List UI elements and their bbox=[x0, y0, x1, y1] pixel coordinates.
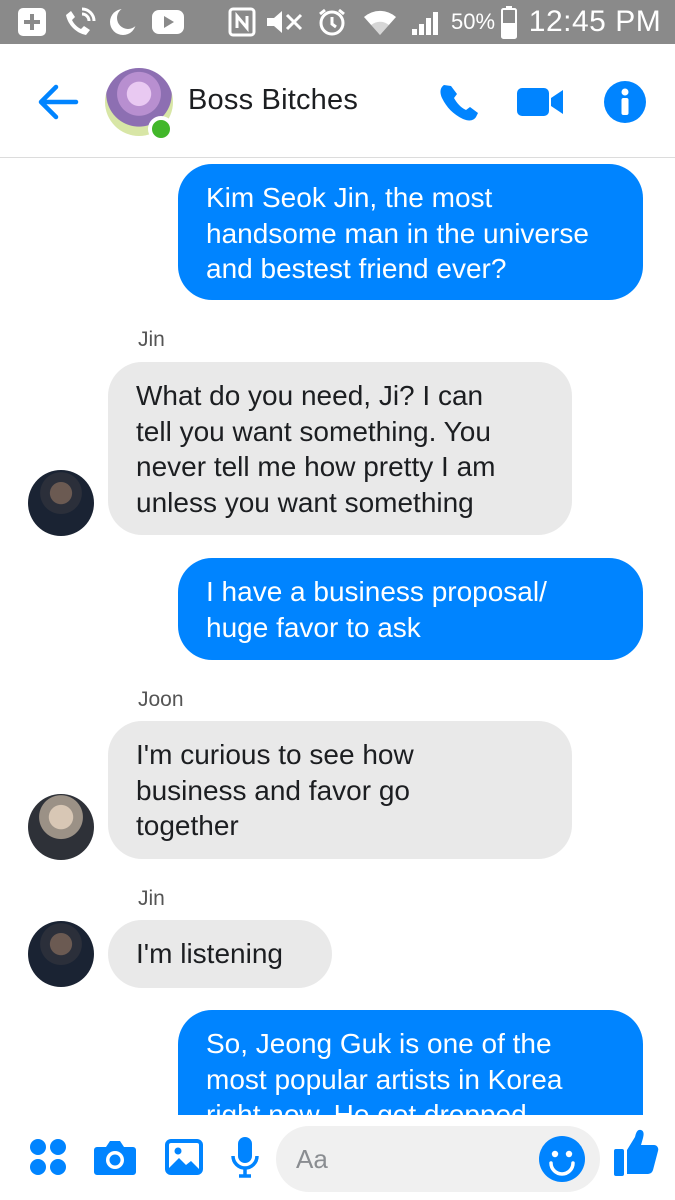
message-input-field[interactable] bbox=[276, 1126, 600, 1192]
add-icon bbox=[14, 0, 50, 44]
youtube-icon bbox=[150, 0, 186, 44]
message-bubble-outgoing[interactable]: So, Jeong Guk is one of the most popular… bbox=[178, 1010, 643, 1115]
message-bubble-incoming[interactable]: I'm listening bbox=[108, 920, 332, 988]
video-icon[interactable] bbox=[514, 78, 566, 126]
sender-name: Jin bbox=[138, 328, 165, 351]
microphone-icon[interactable] bbox=[226, 1133, 264, 1181]
battery-icon bbox=[498, 0, 520, 44]
thumbs-up-icon[interactable] bbox=[612, 1129, 662, 1177]
moon-icon bbox=[106, 0, 140, 44]
avatar-jin[interactable] bbox=[28, 921, 94, 987]
emoji-icon[interactable] bbox=[538, 1135, 586, 1183]
phone-icon[interactable] bbox=[434, 78, 484, 126]
signal-icon bbox=[406, 0, 446, 44]
mute-icon bbox=[262, 0, 306, 44]
chat-title[interactable]: Boss Bitches bbox=[188, 84, 358, 117]
message-list[interactable]: Kim Seok Jin, the most handsome man in t… bbox=[0, 158, 675, 1115]
conversation-header: Boss Bitches bbox=[0, 44, 675, 158]
message-bubble-outgoing[interactable]: I have a business proposal/ huge favor t… bbox=[178, 558, 643, 660]
wifi-call-icon bbox=[60, 0, 100, 44]
clock-time: 12:45 PM bbox=[528, 5, 662, 38]
avatar-jin[interactable] bbox=[28, 470, 94, 536]
wifi-icon bbox=[360, 0, 400, 44]
message-composer bbox=[0, 1115, 675, 1200]
battery-percent: 50% bbox=[450, 9, 496, 34]
camera-icon[interactable] bbox=[92, 1133, 138, 1181]
alarm-icon bbox=[314, 0, 350, 44]
status-bar: 50% 12:45 PM bbox=[0, 0, 675, 44]
avatar-joon[interactable] bbox=[28, 794, 94, 860]
message-bubble-incoming[interactable]: I'm curious to see how business and favo… bbox=[108, 721, 572, 859]
message-bubble-outgoing[interactable]: Kim Seok Jin, the most handsome man in t… bbox=[178, 164, 643, 300]
online-status-dot bbox=[148, 116, 174, 142]
nfc-icon bbox=[226, 0, 258, 44]
sender-name: Joon bbox=[138, 688, 184, 711]
info-icon[interactable] bbox=[602, 78, 648, 126]
message-bubble-incoming[interactable]: What do you need, Ji? I can tell you wan… bbox=[108, 362, 572, 535]
gallery-icon[interactable] bbox=[162, 1133, 206, 1181]
back-arrow-icon[interactable] bbox=[34, 82, 80, 122]
apps-icon[interactable] bbox=[26, 1133, 70, 1181]
message-input[interactable] bbox=[296, 1126, 536, 1192]
sender-name: Jin bbox=[138, 887, 165, 910]
